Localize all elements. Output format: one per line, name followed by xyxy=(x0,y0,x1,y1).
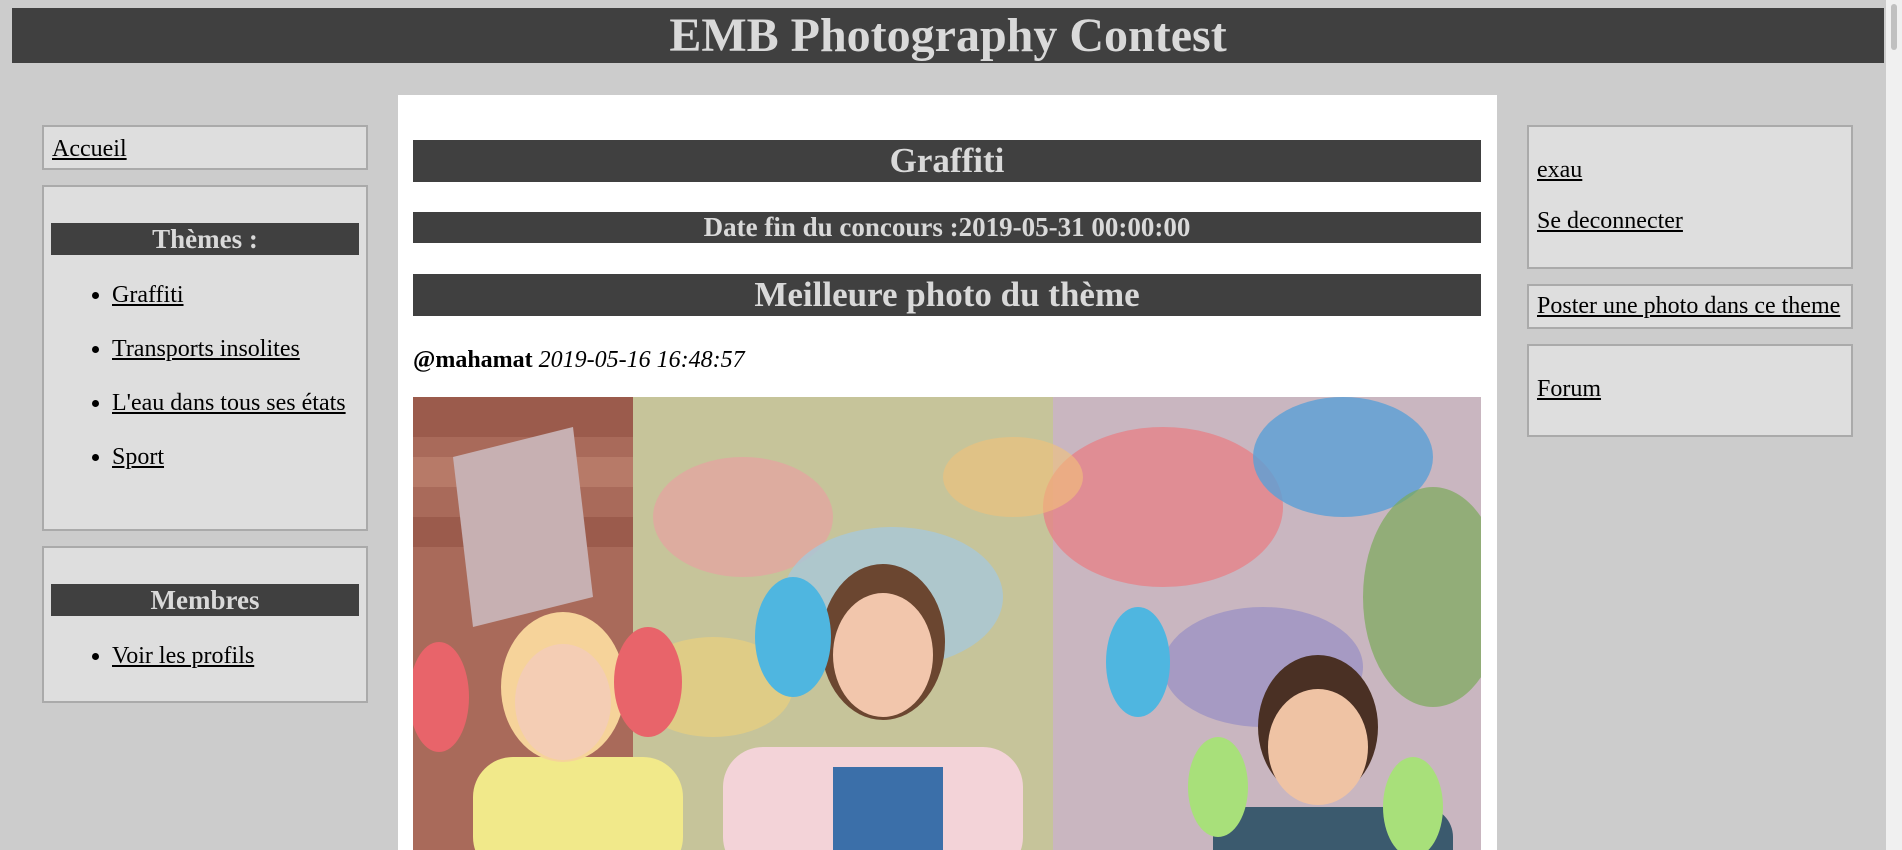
members-box: Membres Voir les profils xyxy=(42,546,368,703)
members-list: Voir les profils xyxy=(44,642,254,696)
theme-title: Graffiti xyxy=(413,140,1481,182)
home-link[interactable]: Accueil xyxy=(52,136,127,163)
contest-deadline: Date fin du concours :2019-05-31 00:00:0… xyxy=(413,212,1481,243)
theme-item: Graffiti xyxy=(112,281,346,335)
main-content: Graffiti Date fin du concours :2019-05-3… xyxy=(398,95,1497,850)
photo-author: @mahamat xyxy=(413,347,533,373)
theme-item: L'eau dans tous ses états xyxy=(112,389,346,443)
themes-list: Graffiti Transports insolites L'eau dans… xyxy=(44,281,346,497)
member-item: Voir les profils xyxy=(112,642,254,696)
theme-link-transports[interactable]: Transports insolites xyxy=(112,336,300,362)
logout-link[interactable]: Se deconnecter xyxy=(1537,208,1683,235)
forum-link[interactable]: Forum xyxy=(1537,376,1601,403)
view-profiles-link[interactable]: Voir les profils xyxy=(112,643,254,669)
theme-item: Transports insolites xyxy=(112,335,346,389)
photo-image xyxy=(413,397,1481,850)
home-nav-box: Accueil xyxy=(42,125,368,170)
theme-link-eau[interactable]: L'eau dans tous ses états xyxy=(112,390,346,416)
members-title: Membres xyxy=(51,584,359,616)
photo-date: 2019-05-16 16:48:57 xyxy=(538,347,745,373)
photo-meta: @mahamat 2019-05-16 16:48:57 xyxy=(413,345,745,375)
best-photo-title: Meilleure photo du thème xyxy=(413,274,1481,316)
theme-link-graffiti[interactable]: Graffiti xyxy=(112,282,184,308)
user-box: exau Se deconnecter xyxy=(1527,125,1853,269)
site-header: EMB Photography Contest xyxy=(12,8,1884,63)
forum-box: Forum xyxy=(1527,344,1853,437)
site-title: EMB Photography Contest xyxy=(669,9,1227,62)
scrollbar-thumb[interactable] xyxy=(1891,4,1897,50)
theme-item: Sport xyxy=(112,443,346,497)
themes-box: Thèmes : Graffiti Transports insolites L… xyxy=(42,185,368,531)
post-photo-link[interactable]: Poster une photo dans ce theme xyxy=(1537,293,1840,320)
best-photo[interactable] xyxy=(413,397,1481,850)
themes-title: Thèmes : xyxy=(51,223,359,255)
theme-link-sport[interactable]: Sport xyxy=(112,444,164,470)
user-profile-link[interactable]: exau xyxy=(1537,157,1582,184)
post-photo-box: Poster une photo dans ce theme xyxy=(1527,284,1853,329)
vertical-scrollbar[interactable] xyxy=(1886,0,1902,850)
